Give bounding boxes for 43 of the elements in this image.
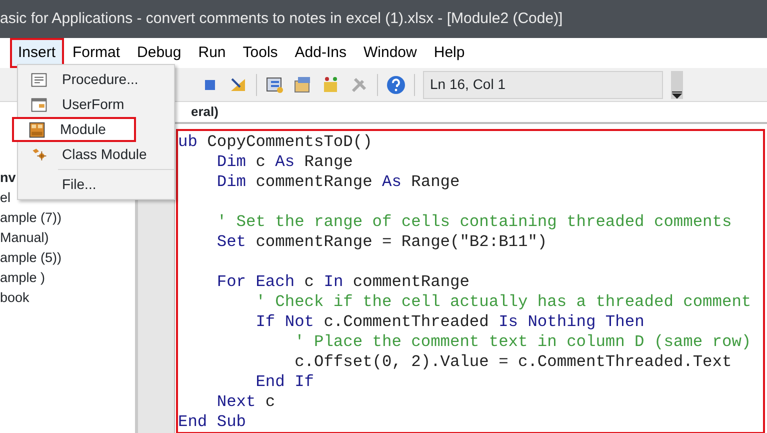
class-icon: [30, 146, 48, 164]
code-editor[interactable]: [176, 128, 765, 433]
code-line: Dim commentRange As Range: [216, 172, 461, 192]
code-line: Set commentRange = Range("B2:B11"): [216, 232, 548, 252]
menu-item[interactable]: Window: [356, 38, 425, 68]
code-line: If Not c.CommentThreaded Is Nothing Then: [254, 312, 646, 332]
code-line: c.Offset(0, 2).Value = c.CommentThreaded.Text: [294, 352, 733, 372]
menu-item[interactable]: Debug: [129, 38, 190, 68]
explorer-icon[interactable]: [265, 74, 285, 94]
menu-item[interactable]: UserForm: [18, 92, 174, 117]
code-line: End Sub: [178, 412, 247, 432]
object-dropdown[interactable]: eral): [191, 102, 218, 122]
tree-item[interactable]: ample (5)): [0, 248, 135, 268]
menu-item[interactable]: Add-Ins: [286, 38, 354, 68]
code-line: End If: [254, 372, 315, 392]
tree-item[interactable]: book: [0, 288, 135, 308]
code-line: ' Place the comment text in column D (same row): [294, 332, 752, 352]
menu-item[interactable]: File...: [18, 172, 174, 197]
form-icon: [30, 96, 48, 114]
menu-item[interactable]: Run: [190, 38, 234, 68]
tree-item[interactable]: ample (7)): [0, 208, 135, 228]
code-line: ub CopyCommentsToD(): [178, 132, 374, 152]
code-line: ' Check if the cell actually has a threaded comment: [254, 292, 752, 312]
code-line: Dim c As Range: [216, 152, 354, 172]
caret-icon: [672, 90, 682, 98]
cursor-position: Ln 16, Col 1: [423, 70, 663, 98]
tree-item[interactable]: Manual): [0, 228, 135, 248]
code-line: ' Set the range of cells containing threaded comments: [216, 212, 733, 232]
module-icon: [28, 120, 46, 138]
code-line: For Each c In commentRange: [216, 272, 470, 292]
menu-item[interactable]: Class Module: [18, 142, 174, 167]
menu-item[interactable]: Help: [426, 38, 473, 68]
menu-item[interactable]: Tools: [234, 38, 286, 68]
toolbar-options-button[interactable]: [671, 70, 683, 98]
properties-icon[interactable]: [293, 74, 313, 94]
menu-item[interactable]: Format: [64, 38, 128, 68]
window-title: asic for Applications - convert comments to notes in excel (1).xlsx - [Module2 (Code)]: [0, 8, 563, 29]
list-icon: [30, 70, 48, 88]
tree-item[interactable]: ample ): [0, 268, 135, 288]
help-icon[interactable]: [386, 74, 406, 94]
code-line: Next c: [216, 392, 276, 412]
menu-item[interactable]: Procedure...: [18, 67, 174, 92]
menu-item[interactable]: Module: [12, 117, 136, 142]
